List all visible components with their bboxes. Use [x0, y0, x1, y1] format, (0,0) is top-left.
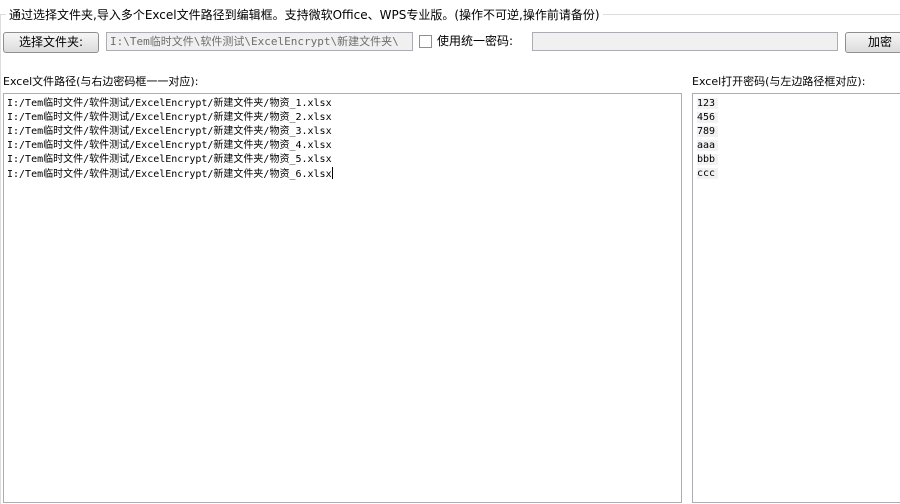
- password-line: 123: [697, 97, 900, 111]
- path-line: I:/Tem临时文件/软件测试/ExcelEncrypt/新建文件夹/物资_3.…: [7, 126, 332, 137]
- path-line: I:/Tem临时文件/软件测试/ExcelEncrypt/新建文件夹/物资_5.…: [7, 154, 332, 165]
- password-line: bbb: [697, 153, 900, 167]
- password-line: 789: [697, 125, 900, 139]
- paths-editbox[interactable]: I:/Tem临时文件/软件测试/ExcelEncrypt/新建文件夹/物资_1.…: [3, 93, 682, 503]
- encrypt-button[interactable]: 加密: [845, 32, 900, 53]
- groupbox-border-left: [0, 14, 1, 504]
- path-line: I:/Tem临时文件/软件测试/ExcelEncrypt/新建文件夹/物资_6.…: [7, 167, 333, 180]
- use-unified-password-checkbox[interactable]: [419, 35, 432, 48]
- text-caret: [331, 167, 333, 179]
- path-line: I:/Tem临时文件/软件测试/ExcelEncrypt/新建文件夹/物资_2.…: [7, 112, 332, 123]
- path-line: I:/Tem临时文件/软件测试/ExcelEncrypt/新建文件夹/物资_4.…: [7, 140, 332, 151]
- select-folder-button[interactable]: 选择文件夹:: [3, 32, 99, 53]
- paths-label: Excel文件路径(与右边密码框一一对应):: [3, 75, 199, 88]
- passwords-editbox[interactable]: 123 456 789 aaa bbb ccc: [692, 93, 900, 503]
- passwords-label: Excel打开密码(与左边路径框对应):: [692, 75, 866, 88]
- unified-password-field[interactable]: [532, 32, 838, 51]
- description-text: 通过选择文件夹,导入多个Excel文件路径到编辑框。支持微软Office、WPS…: [6, 8, 603, 22]
- folder-path-field[interactable]: I:\Tem临时文件\软件测试\ExcelEncrypt\新建文件夹\: [106, 32, 413, 51]
- use-unified-password-label[interactable]: 使用统一密码:: [437, 34, 513, 49]
- password-line: ccc: [697, 167, 900, 181]
- path-line: I:/Tem临时文件/软件测试/ExcelEncrypt/新建文件夹/物资_1.…: [7, 98, 332, 109]
- password-line: 456: [697, 111, 900, 125]
- password-line: aaa: [697, 139, 900, 153]
